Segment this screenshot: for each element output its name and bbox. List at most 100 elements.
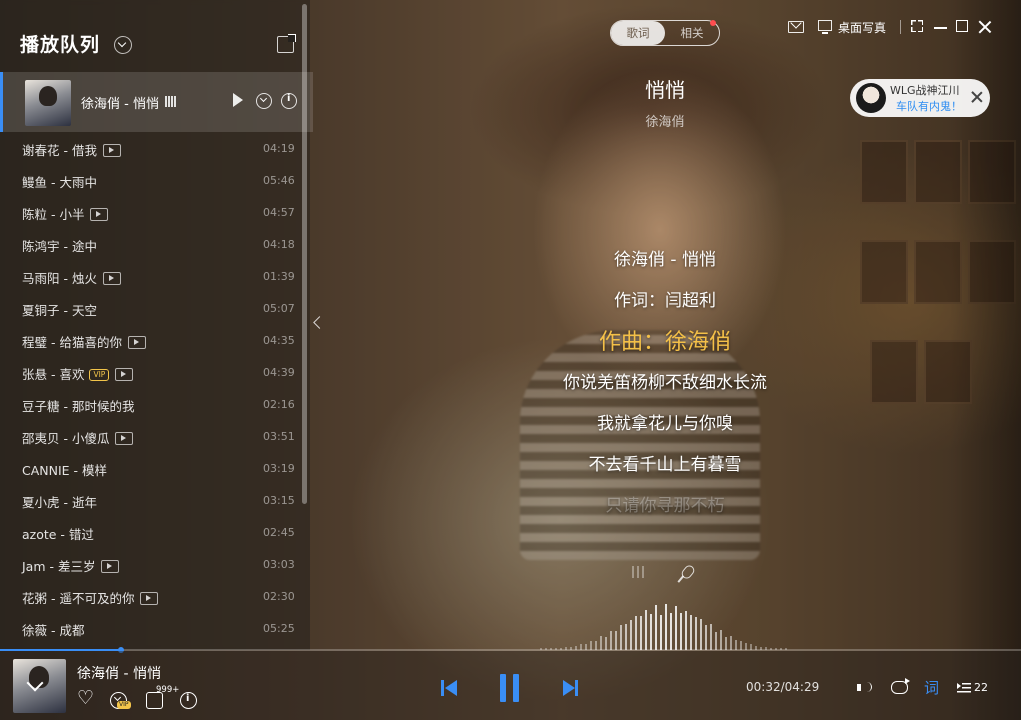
previous-icon[interactable] [441, 680, 457, 696]
song-row[interactable]: 马雨阳 - 烛火 01:39 [0, 264, 300, 296]
mv-icon[interactable] [115, 432, 134, 445]
song-name: 邵夷贝 - 小傻瓜 [22, 431, 110, 446]
minimize-icon[interactable] [934, 20, 948, 34]
promo-avatar [856, 83, 886, 113]
loop-icon[interactable] [891, 678, 910, 694]
visualizer-bar [660, 615, 662, 650]
close-icon[interactable] [971, 91, 983, 103]
visualizer-bar [625, 623, 627, 650]
song-row[interactable]: Jam - 差三岁 03:03 [0, 552, 300, 584]
now-playing-title[interactable]: 徐海俏 - 悄悄 [77, 663, 161, 683]
song-name: 夏小虎 - 逝年 [22, 495, 97, 510]
maximize-icon[interactable] [956, 20, 970, 34]
promo-bubble[interactable]: WLG战神江川 车队有内鬼！ [850, 79, 990, 117]
chevron-down-icon[interactable] [114, 36, 132, 54]
song-row[interactable]: 徐薇 - 成都 05:25 [0, 616, 300, 648]
visualizer-bar [600, 636, 602, 650]
playback-time: 00:32/04:29 [746, 680, 820, 694]
song-row[interactable]: 夏铜子 - 天空 05:07 [0, 296, 300, 328]
song-row[interactable]: 夏小虎 - 逝年 03:15 [0, 488, 300, 520]
song-duration: 04:39 [263, 366, 295, 379]
queue-count[interactable]: 22 [974, 681, 988, 694]
tab-lyrics[interactable]: 歌词 [611, 21, 665, 45]
next-icon[interactable] [563, 680, 579, 696]
song-row[interactable]: CANNIE - 模样 03:19 [0, 456, 300, 488]
visualizer-bar [610, 630, 612, 650]
download-vip-badge: VIP [117, 701, 131, 709]
current-song-cover [25, 80, 71, 126]
song-row[interactable]: 陈鸿宇 - 途中 04:18 [0, 232, 300, 264]
song-row[interactable]: 豆子糖 - 那时候的我 02:16 [0, 392, 300, 424]
lyric-line-active: 作曲：徐海俏 [598, 330, 731, 355]
song-name: 张悬 - 喜欢 [22, 367, 85, 382]
song-duration: 04:57 [263, 206, 295, 219]
visualizer-bar [730, 636, 732, 650]
visualizer-bar [715, 631, 717, 650]
song-duration: 02:30 [263, 590, 295, 603]
song-row[interactable]: 谢春花 - 借我 04:19 [0, 136, 300, 168]
current-song-row[interactable]: 徐海俏 - 悄悄 [0, 72, 313, 132]
mv-icon[interactable] [140, 592, 159, 605]
song-name: 马雨阳 - 烛火 [22, 271, 97, 286]
song-row[interactable]: azote - 错过 02:45 [0, 520, 300, 552]
heart-icon[interactable] [77, 687, 94, 709]
lyrics-area: 徐海俏 - 悄悄 作词：闫超利 作曲：徐海俏 你说羌笛杨柳不敌细水长流 我就拿花… [465, 244, 865, 531]
visualizer-bar [670, 613, 672, 650]
song-artist[interactable]: 徐海俏 [565, 111, 765, 130]
desktop-photo-button[interactable]: 桌面写真 [838, 19, 886, 36]
volume-icon[interactable] [857, 680, 873, 696]
audio-visualizer [540, 600, 790, 650]
mv-icon[interactable] [90, 208, 109, 221]
song-name: 陈粒 - 小半 [22, 207, 85, 222]
visualizer-bar [665, 604, 667, 650]
queue-icon[interactable] [957, 683, 971, 693]
fullscreen-icon[interactable] [911, 20, 925, 34]
song-name: CANNIE - 模样 [22, 463, 108, 478]
mail-icon[interactable] [788, 21, 804, 33]
notification-dot [710, 20, 716, 26]
current-song-label: 徐海俏 - 悄悄 [81, 97, 159, 112]
playlist-scrollbar[interactable] [302, 4, 307, 504]
pause-icon[interactable] [500, 674, 520, 702]
visualizer-bar [615, 630, 617, 650]
lyric-settings-icon[interactable] [632, 566, 646, 578]
lyric-line: 只请你寻那不朽 [605, 496, 725, 516]
visualizer-bar [650, 614, 652, 650]
visualizer-bar [720, 630, 722, 650]
visualizer-bar [620, 624, 622, 650]
mv-icon[interactable] [115, 368, 134, 381]
promo-name: WLG战神江川 [890, 84, 960, 97]
song-row[interactable]: 邵夷贝 - 小傻瓜 03:51 [0, 424, 300, 456]
song-row[interactable]: 鳗鱼 - 大雨中 05:46 [0, 168, 300, 200]
song-title: 悄悄 [645, 78, 685, 102]
mv-icon[interactable] [127, 336, 146, 349]
song-row[interactable]: 陈粒 - 小半 04:57 [0, 200, 300, 232]
info-icon[interactable] [180, 692, 197, 709]
desktop-icon[interactable] [818, 20, 832, 34]
song-duration: 05:25 [263, 622, 295, 635]
share-icon[interactable] [277, 34, 296, 53]
mv-icon[interactable] [102, 272, 121, 285]
song-name: 花粥 - 遥不可及的你 [22, 591, 135, 606]
download-icon[interactable] [256, 93, 272, 109]
song-name: Jam - 差三岁 [22, 559, 96, 574]
view-tabs: 歌词 相关 [610, 20, 720, 46]
song-row[interactable]: 张悬 - 喜欢 VIP 04:39 [0, 360, 300, 392]
visualizer-bar [640, 615, 642, 650]
promo-subtitle[interactable]: 车队有内鬼！ [896, 98, 962, 114]
mv-icon[interactable] [102, 144, 121, 157]
close-icon[interactable] [978, 20, 992, 34]
mv-icon[interactable] [101, 560, 120, 573]
visualizer-bar [635, 616, 637, 650]
song-row[interactable]: 花粥 - 遥不可及的你 02:30 [0, 584, 300, 616]
lyric-line: 我就拿花儿与你嗅 [597, 414, 733, 434]
song-row[interactable]: 程璧 - 给猫喜的你 04:35 [0, 328, 300, 360]
lyrics-toggle[interactable]: 词 [924, 677, 939, 698]
song-duration: 04:18 [263, 238, 295, 251]
visualizer-bar [645, 609, 647, 650]
info-icon[interactable] [281, 93, 297, 109]
play-next-icon[interactable] [231, 93, 245, 107]
song-name: 陈鸿宇 - 途中 [22, 239, 97, 254]
song-duration: 02:16 [263, 398, 295, 411]
lyric-line: 徐海俏 - 悄悄 [614, 250, 716, 270]
